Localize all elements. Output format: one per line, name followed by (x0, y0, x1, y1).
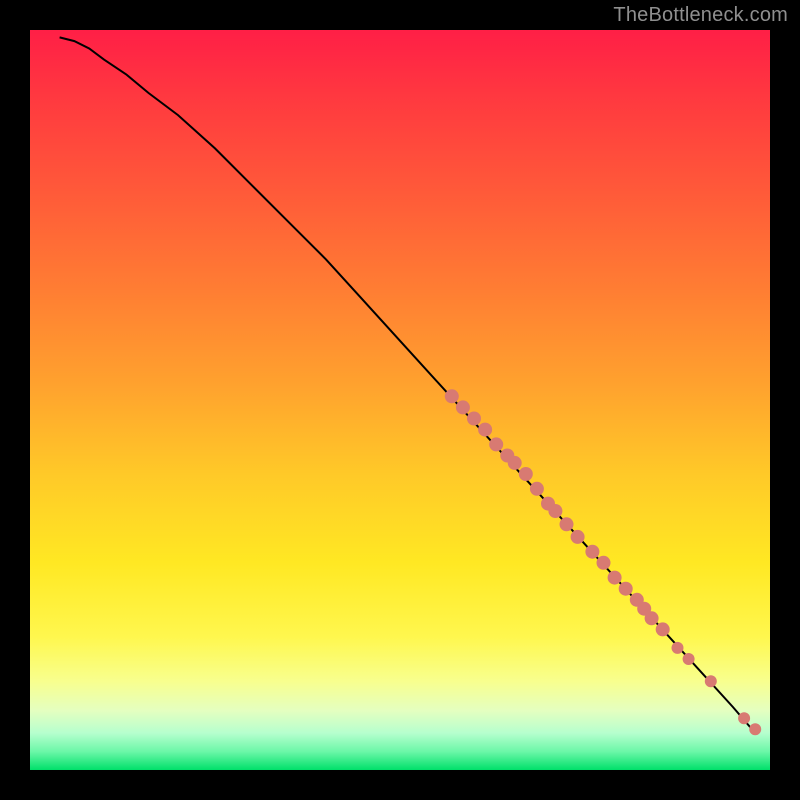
data-point (619, 582, 633, 596)
data-point (445, 389, 459, 403)
data-point (456, 400, 470, 414)
data-point (749, 723, 761, 735)
data-point (478, 423, 492, 437)
data-point (645, 611, 659, 625)
data-point (548, 504, 562, 518)
data-point (705, 675, 717, 687)
data-point (467, 412, 481, 426)
data-point (683, 653, 695, 665)
data-point (608, 571, 622, 585)
plot-background (30, 30, 770, 770)
data-point (560, 517, 574, 531)
chart-svg (0, 0, 800, 800)
data-point (656, 622, 670, 636)
data-point (585, 545, 599, 559)
chart-frame: TheBottleneck.com (0, 0, 800, 800)
data-point (508, 456, 522, 470)
data-point (672, 642, 684, 654)
data-point (489, 437, 503, 451)
data-point (597, 556, 611, 570)
data-point (571, 530, 585, 544)
data-point (530, 482, 544, 496)
data-point (738, 712, 750, 724)
data-point (519, 467, 533, 481)
